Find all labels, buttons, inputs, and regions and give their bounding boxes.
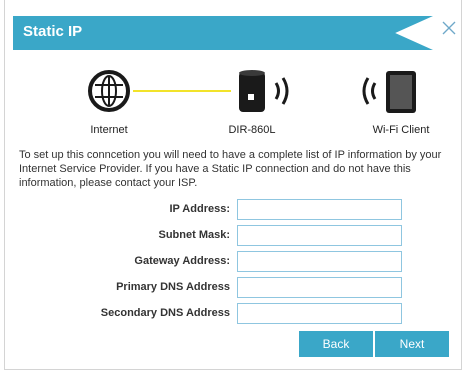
globe-icon <box>88 70 130 112</box>
close-icon[interactable] <box>438 18 460 40</box>
diagram-graphics <box>88 70 416 113</box>
primary-dns-input[interactable] <box>237 277 402 298</box>
header-banner: Static IP <box>13 16 433 50</box>
secondary-dns-row: Secondary DNS Address <box>5 302 465 326</box>
dialog-title: Static IP <box>23 23 83 40</box>
internet-label: Internet <box>90 124 128 136</box>
setup-description: To set up this conncetion you will need … <box>19 149 442 189</box>
subnet-mask-label: Subnet Mask: <box>158 229 230 241</box>
wifi-signal-icon <box>274 77 377 105</box>
secondary-dns-input[interactable] <box>237 303 402 324</box>
primary-dns-label: Primary DNS Address <box>116 281 230 293</box>
next-button[interactable]: Next <box>375 331 449 357</box>
subnet-mask-row: Subnet Mask: <box>5 224 465 248</box>
ip-address-input[interactable] <box>237 199 402 220</box>
connection-diagram: Internet DIR-860L Wi-Fi Client <box>5 60 465 138</box>
static-ip-dialog: Static IP Internet DIR-860L Wi-Fi Client… <box>4 0 462 370</box>
secondary-dns-label: Secondary DNS Address <box>100 307 230 319</box>
subnet-mask-input[interactable] <box>237 225 402 246</box>
back-button[interactable]: Back <box>299 331 373 357</box>
client-label: Wi-Fi Client <box>372 124 430 136</box>
router-icon <box>239 70 265 112</box>
gateway-address-input[interactable] <box>237 251 402 272</box>
tablet-icon <box>386 71 416 113</box>
primary-dns-row: Primary DNS Address <box>5 276 465 300</box>
gateway-address-label: Gateway Address: <box>134 255 230 267</box>
router-label: DIR-860L <box>228 124 276 136</box>
ip-address-row: IP Address: <box>5 198 465 222</box>
gateway-address-row: Gateway Address: <box>5 250 465 274</box>
ip-address-label: IP Address: <box>169 203 230 215</box>
